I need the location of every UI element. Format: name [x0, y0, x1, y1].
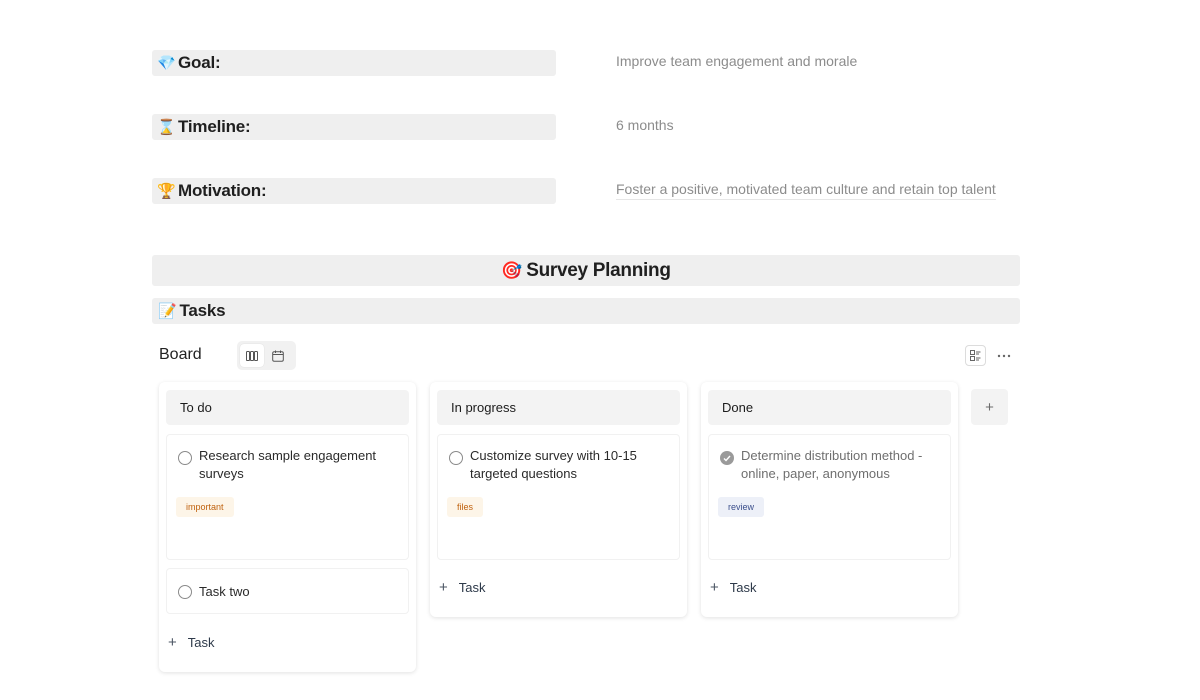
page: 💎 Goal: Improve team engagement and mora… — [0, 0, 1200, 700]
add-column-button[interactable]: + — [971, 389, 1008, 425]
add-task-button[interactable]: + Task — [439, 579, 486, 596]
task-title: Task two — [199, 584, 250, 599]
section-title: 🎯 Survey Planning — [152, 255, 1020, 286]
plus-icon: + — [168, 634, 177, 651]
task-card[interactable]: Determine distribution method - online, … — [708, 434, 951, 560]
add-task-label: Task — [729, 580, 757, 595]
task-checkbox[interactable] — [449, 451, 463, 465]
property-motivation-label: 🏆 Motivation: — [152, 178, 556, 204]
board-view-icon — [245, 350, 258, 361]
board-label: Board — [159, 346, 202, 363]
property-timeline-value[interactable]: 6 months — [616, 117, 674, 135]
hourglass-icon: ⌛ — [157, 119, 176, 136]
more-horizontal-icon — [997, 354, 1010, 357]
tasks-title: 📝 Tasks — [152, 298, 1020, 324]
timeline-label-text: Timeline: — [178, 117, 251, 136]
calendar-view-button[interactable] — [267, 344, 291, 367]
calendar-icon — [272, 350, 285, 362]
target-icon: 🎯 — [501, 260, 523, 280]
motivation-label-text: Motivation: — [178, 181, 267, 200]
property-motivation-value[interactable]: Foster a positive, motivated team cultur… — [616, 181, 996, 200]
property-goal-value[interactable]: Improve team engagement and morale — [616, 53, 857, 71]
goal-label-text: Goal: — [178, 53, 221, 72]
tasks-title-text: Tasks — [179, 301, 226, 320]
add-task-label: Task — [458, 580, 486, 595]
trophy-icon: 🏆 — [157, 183, 176, 200]
task-checkbox[interactable] — [178, 585, 192, 599]
add-task-label: Task — [187, 635, 215, 650]
view-switcher — [237, 341, 296, 370]
layout-icon — [970, 350, 981, 361]
board-column-done: Done Determine distribution method - onl… — [701, 382, 958, 617]
task-card[interactable]: Task two — [166, 568, 409, 614]
plus-icon: + — [439, 579, 448, 596]
task-card[interactable]: Customize survey with 10-15 targeted que… — [437, 434, 680, 560]
task-title: Research sample engagement surveys — [199, 448, 377, 481]
task-card[interactable]: Research sample engagement surveys impor… — [166, 434, 409, 560]
column-header-todo[interactable]: To do — [166, 390, 409, 425]
tag-review: review — [718, 497, 765, 517]
add-task-button[interactable]: + Task — [168, 634, 215, 651]
property-timeline-label: ⌛ Timeline: — [152, 114, 556, 140]
memo-icon: 📝 — [158, 303, 177, 320]
column-header-done[interactable]: Done — [708, 390, 951, 425]
gem-icon: 💎 — [157, 55, 176, 72]
column-header-in-progress[interactable]: In progress — [437, 390, 680, 425]
board-column-in-progress: In progress Customize survey with 10-15 … — [430, 382, 687, 617]
checked-checkbox-icon[interactable] — [720, 451, 734, 465]
plus-icon: + — [710, 579, 719, 596]
section-title-text: Survey Planning — [526, 259, 671, 281]
task-title: Customize survey with 10-15 targeted que… — [470, 448, 637, 481]
more-options-button[interactable] — [993, 345, 1014, 366]
checkmark-icon — [723, 455, 731, 462]
board-column-todo: To do Research sample engagement surveys… — [159, 382, 416, 672]
tag-files: files — [447, 497, 484, 517]
add-task-button[interactable]: + Task — [710, 579, 757, 596]
tag-important: important — [176, 497, 234, 517]
task-checkbox[interactable] — [178, 451, 192, 465]
board-view-button[interactable] — [240, 344, 264, 367]
card-layout-button[interactable] — [965, 345, 986, 366]
property-goal-label: 💎 Goal: — [152, 50, 556, 76]
task-title: Determine distribution method - online, … — [741, 448, 923, 481]
